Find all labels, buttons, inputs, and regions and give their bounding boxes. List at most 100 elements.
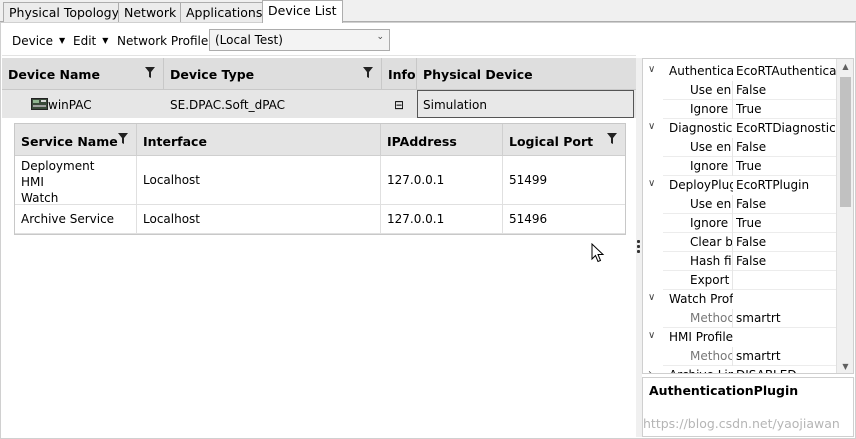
property-name: Authenticat (669, 64, 733, 78)
device-icon (31, 98, 48, 110)
column-divider (732, 309, 733, 328)
property-category[interactable]: ∨ Diagnosticl EcoRTDiagnosticl (643, 119, 837, 138)
column-header-label: Logical Port (509, 134, 594, 149)
chevron-down-icon[interactable]: ∨ (648, 64, 655, 75)
chevron-right-icon[interactable]: › (648, 368, 652, 373)
property-name: HMI Profile (669, 330, 733, 344)
table-row[interactable]: winPAC SE.DPAC.Soft_dPAC ⊟ Simulation (2, 90, 636, 118)
property-row[interactable]: Use en False (643, 195, 837, 214)
property-row[interactable]: Use en False (643, 81, 837, 100)
property-name: Export (690, 273, 730, 287)
chevron-down-icon[interactable]: ∨ (648, 330, 655, 341)
property-row[interactable]: Methoc smartrt (643, 347, 837, 366)
description-title: AuthenticationPlugin (649, 383, 799, 398)
property-category[interactable]: ∨ Authenticat EcoRTAuthenticat (643, 62, 837, 81)
property-name: Methoc (690, 311, 732, 325)
property-name: Ignore (690, 102, 729, 116)
property-row[interactable]: Ignore True (643, 100, 837, 119)
device-menu-label: Device (12, 34, 54, 48)
caret-down-icon: ▼ (59, 36, 66, 45)
logical-port-cell[interactable]: 51496 (503, 205, 625, 234)
network-profile-select[interactable]: (Local Test) ⌄ (209, 29, 390, 51)
property-name: Ignore (690, 159, 729, 173)
column-divider (732, 271, 733, 290)
watermark-text: https://blog.csdn.net/yaojiawan (643, 416, 840, 431)
property-value: EcoRTPlugin (736, 178, 810, 192)
column-divider (732, 214, 733, 233)
chevron-down-icon[interactable]: ∨ (648, 292, 655, 303)
device-grid: Device Name Device Type Info Physical De… (2, 58, 636, 437)
logical-port-cell[interactable]: 51499 (503, 156, 625, 205)
physical-device-cell[interactable]: Simulation (417, 90, 634, 118)
column-header-device-name[interactable]: Device Name (2, 58, 164, 90)
column-header-ipaddress[interactable]: IPAddress (381, 124, 503, 156)
property-value: False (736, 235, 767, 249)
property-row[interactable]: Hash fil False (643, 252, 837, 271)
mouse-cursor-icon (591, 243, 605, 263)
edit-menu[interactable]: Edit ▼ (73, 34, 108, 48)
services-subgrid: Service Name Interface IPAddress Logical… (14, 123, 626, 235)
property-category[interactable]: ∨ DeployPlug EcoRTPlugin (643, 176, 837, 195)
property-value: DISABLED (736, 368, 836, 373)
ipaddress-cell[interactable]: 127.0.0.1 (381, 205, 503, 234)
column-header-service-name[interactable]: Service Name (15, 124, 137, 156)
scrollbar-thumb[interactable] (840, 77, 851, 207)
vertical-scrollbar[interactable]: ▲ ▼ (836, 59, 853, 373)
property-category[interactable]: ∨ HMI Profile (643, 328, 837, 347)
filter-icon[interactable] (363, 67, 373, 78)
property-row[interactable]: Use en False (643, 138, 837, 157)
property-name: Watch Prof (669, 292, 733, 306)
property-row[interactable]: Export (643, 271, 837, 290)
filter-icon[interactable] (145, 67, 155, 78)
grip-icon (637, 240, 640, 255)
tab-applications[interactable]: Applications (180, 2, 269, 22)
property-category[interactable]: › Archive LinDISABLED (643, 366, 837, 373)
property-name: Diagnosticl (669, 121, 733, 135)
ipaddress-cell[interactable]: 127.0.0.1 (381, 156, 503, 205)
property-category[interactable]: ∨ Watch Prof (643, 290, 837, 309)
column-header-info[interactable]: Info (382, 58, 417, 90)
column-header-device-type[interactable]: Device Type (164, 58, 382, 90)
tab-device-list[interactable]: Device List (262, 0, 343, 23)
chevron-down-icon[interactable]: ∨ (648, 121, 655, 132)
property-name: Use en (690, 197, 732, 211)
column-divider (732, 347, 733, 366)
property-row[interactable]: Ignore True (643, 214, 837, 233)
toolbar: Device ▼ Edit ▼ Network Profile : (Local T… (2, 26, 636, 56)
tab-network[interactable]: Network (118, 2, 183, 22)
chevron-down-icon[interactable]: ∨ (648, 178, 655, 189)
network-profile-value: (Local Test) (215, 33, 283, 47)
column-divider (732, 138, 733, 157)
property-gutter (643, 347, 663, 366)
property-value: False (736, 254, 767, 268)
tab-physical-topology[interactable]: Physical Topology (3, 2, 126, 22)
property-row[interactable]: Methoc smartrt (643, 309, 837, 328)
property-gutter (643, 100, 663, 119)
property-gutter (643, 138, 663, 157)
device-type: SE.DPAC.Soft_dPAC (170, 98, 286, 112)
property-name: Hash fil (690, 254, 732, 268)
property-value: False (736, 140, 767, 154)
property-value: True (736, 159, 762, 173)
column-header-physical-device[interactable]: Physical Device (417, 58, 636, 90)
interface-cell[interactable]: Localhost (137, 156, 381, 205)
filter-icon[interactable] (607, 133, 617, 144)
column-header-logical-port[interactable]: Logical Port (503, 124, 625, 156)
property-row[interactable]: Clear b False (643, 233, 837, 252)
service-name-cell[interactable]: Deployment HMI Watch (15, 156, 137, 205)
tab-bar: Physical Topology Network Applications D… (0, 0, 856, 23)
property-value: EcoRTAuthenticat (736, 64, 836, 78)
filter-icon[interactable] (118, 133, 128, 144)
scroll-up-icon[interactable]: ▲ (837, 59, 853, 75)
service-name-cell[interactable]: Archive Service (15, 205, 137, 234)
property-row[interactable]: Ignore True (643, 157, 837, 176)
scroll-down-icon[interactable]: ▼ (837, 359, 853, 373)
property-value: True (736, 102, 762, 116)
column-header-interface[interactable]: Interface (137, 124, 381, 156)
column-divider (732, 81, 733, 100)
property-gutter (643, 195, 663, 214)
interface-cell[interactable]: Localhost (137, 205, 381, 234)
edit-menu-label: Edit (73, 34, 97, 48)
collapse-icon[interactable]: ⊟ (382, 90, 417, 118)
device-menu[interactable]: Device ▼ (12, 34, 65, 48)
